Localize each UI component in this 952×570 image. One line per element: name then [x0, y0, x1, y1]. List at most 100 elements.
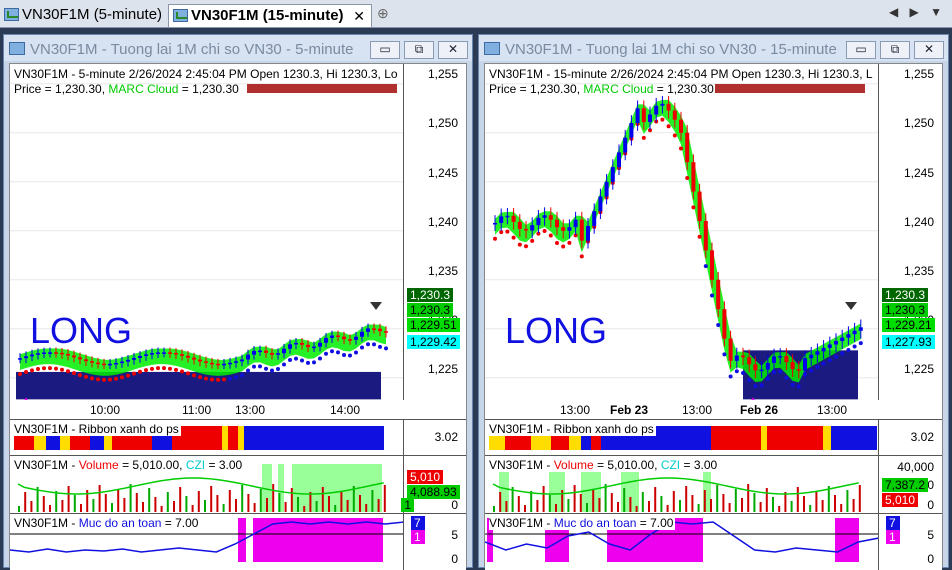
trailing-stop-dot — [192, 373, 196, 378]
volume-bar — [148, 488, 151, 512]
candle-body — [685, 132, 690, 163]
y-tick-label: 1,250 — [903, 116, 934, 130]
volume-bar — [228, 490, 231, 512]
time-axis[interactable]: 13:00 Feb 23 13:00 Feb 26 13:00 — [485, 400, 942, 420]
volume-bar — [377, 499, 380, 512]
trailing-stop-dot — [66, 369, 70, 374]
candle-body — [635, 108, 640, 123]
candle-body — [610, 167, 615, 182]
trailing-stop-dot — [641, 135, 646, 140]
candle-body — [90, 361, 94, 363]
candle-body — [592, 211, 597, 226]
candle-body — [561, 227, 566, 231]
price-plot-area[interactable]: VN30F1M - 5-minute 2/26/2024 2:45:04 PM … — [10, 64, 404, 419]
close-icon[interactable]: ✕ — [353, 5, 365, 27]
ribbon-pane[interactable]: VN30F1M - Ribbon xanh do ps 3.02 — [10, 420, 466, 456]
close-button[interactable]: ✕ — [438, 41, 468, 59]
trailing-stop-dot — [240, 373, 244, 378]
tab-5-minute[interactable]: VN30F1M (5-minute) — [0, 4, 165, 27]
trailing-stop-dot — [168, 366, 172, 371]
volume-bar — [166, 492, 169, 512]
close-button[interactable]: ✕ — [914, 41, 944, 59]
add-tab-icon[interactable]: ⊕ — [377, 5, 389, 22]
trailing-stop-dot — [120, 375, 124, 380]
safety-value: = 7.00 — [164, 516, 199, 530]
trailing-stop-dot — [542, 228, 547, 233]
ribbon-pane[interactable]: VN30F1M - Ribbon xanh do ps 3.02 — [485, 420, 942, 456]
volume-bar — [340, 491, 343, 512]
volume-bar — [623, 488, 626, 512]
y-tick-label: 1,255 — [903, 67, 934, 81]
tab-label: VN30F1M (5-minute) — [22, 6, 163, 23]
trailing-stop-dot — [216, 377, 220, 382]
window-title-bar[interactable]: VN30F1M - Tuong lai 1M chi so VN30 - 5-m… — [4, 35, 472, 61]
price-pane[interactable]: VN30F1M - 15-minute 2/26/2024 2:45:04 PM… — [485, 64, 942, 420]
volume-tag: 4,088.93 — [407, 485, 460, 499]
restore-button[interactable]: ⧉ — [404, 41, 434, 59]
trailing-stop-dot — [660, 117, 665, 122]
tab-15-minute[interactable]: VN30F1M (15-minute) ✕ — [168, 4, 372, 27]
volume-bar — [154, 497, 157, 512]
safety-tag: 7 — [411, 516, 425, 530]
trailing-stop-dot — [722, 352, 727, 357]
volume-tick: 40,000 — [897, 460, 934, 474]
czi-label: CZI — [660, 458, 681, 472]
safety-pane[interactable]: VN30F1M - Muc do an toan = 7.00 5 0 7 1 — [10, 514, 466, 570]
volume-bar — [179, 487, 182, 512]
volume-bar — [321, 487, 324, 512]
volume-bar — [666, 505, 669, 512]
candle-body — [264, 350, 268, 353]
price-y-axis[interactable]: 1,2551,2501,2451,2401,2351,2301,2251,230… — [405, 64, 466, 419]
price-label: Price = 1,230.30, — [489, 82, 581, 96]
time-axis[interactable]: 10:00 11:00 13:00 14:00 — [10, 400, 466, 420]
trailing-stop-dot — [672, 133, 677, 138]
volume-bar — [790, 501, 793, 512]
price-info: Price = 1,230.30, MARC Cloud = 1,230.30 — [489, 82, 714, 96]
restore-button[interactable]: ⧉ — [880, 41, 910, 59]
safety-tick: 5 — [451, 528, 458, 542]
safety-pane[interactable]: VN30F1M - Muc do an toan = 7.00 5 0 7 1 — [485, 514, 942, 570]
candle-body — [641, 108, 646, 123]
price-pane[interactable]: VN30F1M - 5-minute 2/26/2024 2:45:04 PM … — [10, 64, 466, 420]
safety-title: VN30F1M - Muc do an toan = 7.00 — [14, 516, 201, 530]
window-title-bar[interactable]: VN30F1M - Tuong lai 1M chi so VN30 - 15-… — [479, 35, 948, 61]
volume-bar — [259, 489, 262, 512]
ohlc-info: VN30F1M - 5-minute 2/26/2024 2:45:04 PM … — [14, 67, 398, 81]
volume-bar — [42, 496, 45, 512]
volume-bar — [111, 503, 113, 512]
tab-nav-arrows[interactable]: ◀ ▶ ▼ — [889, 5, 946, 19]
trailing-stop-dot — [354, 350, 358, 355]
trailing-stop-dot — [728, 374, 733, 379]
minimize-button[interactable]: ▭ — [370, 41, 400, 59]
trailing-stop-dot — [18, 371, 22, 376]
ribbon-y-axis: 3.02 — [880, 420, 942, 455]
price-tag: 1,229.51 — [407, 318, 460, 332]
volume-label: Volume — [553, 458, 594, 472]
volume-bar — [191, 505, 194, 512]
trailing-stop-dot — [204, 376, 208, 381]
candle-body — [108, 363, 112, 366]
volume-pane[interactable]: VN30F1M - Volume = 5,010.00, CZI = 3.00 0… — [10, 456, 466, 514]
safety-value: = 7.00 — [639, 516, 674, 530]
safety-plot-area: VN30F1M - Muc do an toan = 7.00 — [10, 514, 404, 570]
chart-window: VN30F1M - Tuong lai 1M chi so VN30 - 5-m… — [3, 34, 473, 570]
trailing-stop-dot — [42, 366, 46, 371]
volume-bar — [548, 495, 551, 512]
minimize-button[interactable]: ▭ — [846, 41, 876, 59]
trailing-stop-dot — [360, 345, 364, 350]
price-tag: 1,227.93 — [882, 335, 935, 349]
volume-bar — [185, 496, 188, 512]
ribbon-segment — [767, 426, 823, 450]
price-plot-area[interactable]: VN30F1M - 15-minute 2/26/2024 2:45:04 PM… — [485, 64, 879, 419]
volume-bar — [796, 487, 799, 512]
trailing-stop-dot — [186, 371, 190, 376]
candle-body — [174, 352, 178, 355]
volume-bar — [493, 506, 495, 512]
volume-bar — [660, 496, 663, 512]
volume-bar — [222, 504, 225, 512]
volume-pane[interactable]: VN30F1M - Volume = 5,010.00, CZI = 3.00 4… — [485, 456, 942, 514]
trailing-stop-dot — [78, 373, 82, 378]
price-y-axis[interactable]: 1,2551,2501,2451,2401,2351,2301,2251,230… — [880, 64, 942, 419]
trailing-stop-dot — [741, 371, 745, 376]
volume-bar — [297, 497, 299, 512]
